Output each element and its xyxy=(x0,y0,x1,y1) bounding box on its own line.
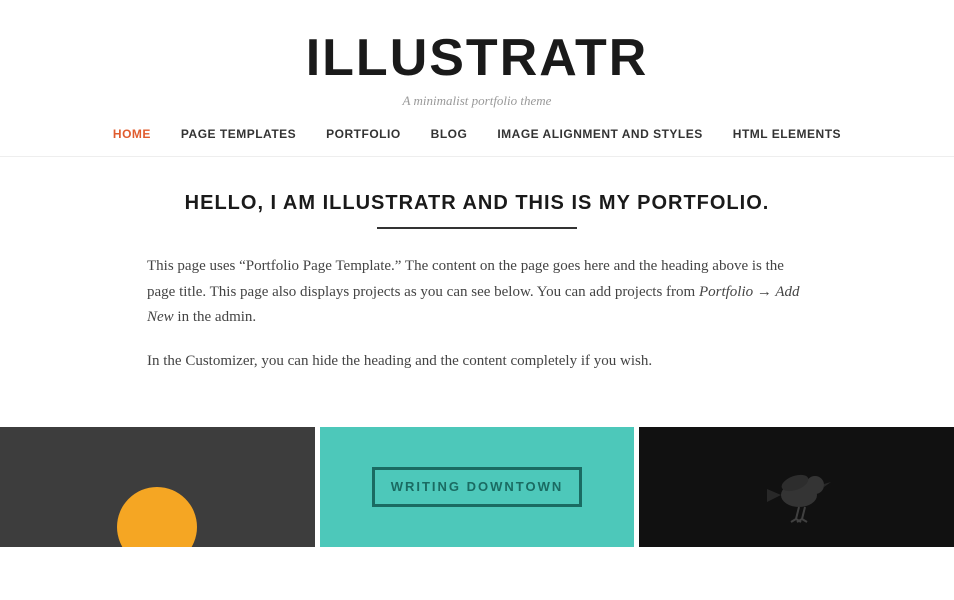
main-content: HELLO, I AM ILLUSTRATR AND THIS IS MY PO… xyxy=(127,157,827,412)
heading-divider xyxy=(377,227,577,229)
writing-downtown-label: WRITING DOWNTOWN xyxy=(391,479,564,494)
bird-icon xyxy=(757,447,837,527)
nav-item-home[interactable]: HOME xyxy=(113,127,151,141)
portfolio-grid: WRITING DOWNTOWN xyxy=(0,427,954,547)
content-paragraph-2: In the Customizer, you can hide the head… xyxy=(147,349,807,375)
site-nav: HOME PAGE TEMPLATES PORTFOLIO BLOG IMAGE… xyxy=(0,127,954,157)
site-header: ILLUSTRATR A minimalist portfolio theme xyxy=(0,0,954,109)
portfolio-item-2[interactable]: WRITING DOWNTOWN xyxy=(320,427,635,547)
site-wrapper: ILLUSTRATR A minimalist portfolio theme … xyxy=(0,0,954,600)
portfolio-item-3[interactable] xyxy=(639,427,954,547)
portfolio-item-1[interactable] xyxy=(0,427,315,547)
content-paragraph-1: This page uses “Portfolio Page Template.… xyxy=(147,254,807,331)
nav-item-html-elements[interactable]: HTML ELEMENTS xyxy=(733,127,841,141)
site-title: ILLUSTRATR xyxy=(20,30,934,87)
browser-frame: ILLUSTRATR A minimalist portfolio theme … xyxy=(0,0,954,600)
nav-item-portfolio[interactable]: PORTFOLIO xyxy=(326,127,401,141)
page-heading: HELLO, I AM ILLUSTRATR AND THIS IS MY PO… xyxy=(147,192,807,215)
site-tagline: A minimalist portfolio theme xyxy=(20,93,934,109)
nav-item-blog[interactable]: BLOG xyxy=(431,127,468,141)
nav-item-page-templates[interactable]: PAGE TEMPLATES xyxy=(181,127,296,141)
orange-circle-decoration xyxy=(117,487,197,547)
nav-item-image-alignment[interactable]: IMAGE ALIGNMENT AND STYLES xyxy=(497,127,702,141)
writing-downtown-box: WRITING DOWNTOWN xyxy=(372,467,583,507)
